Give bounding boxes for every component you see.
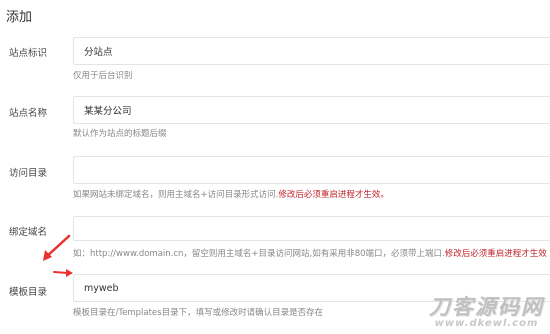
watermark-url: www.dkewl.com	[434, 318, 539, 329]
site-id-label: 站点标识	[9, 48, 48, 59]
template-dir-hint: 模板目录在/Templates目录下，填写或修改时请确认目录是否存在	[73, 308, 324, 318]
site-name-hint: 默认作为站点的标题后缀	[73, 129, 167, 139]
watermark: 刀客源码网 www.dkewl.com	[429, 296, 544, 330]
site-id-hint: 仅用于后台识别	[73, 71, 133, 81]
site-id-input[interactable]	[73, 37, 550, 65]
bind-domain-hint: 如：http://www.domain.cn，留空则用主域名+目录访问网站,如有…	[73, 247, 547, 259]
bind-domain-hint-warning: 修改后必须重启进程才生效	[444, 249, 547, 259]
horizontal-arrow-shaft	[53, 271, 69, 274]
annotation-arrow-diagonal	[43, 234, 71, 261]
bind-domain-hint-text: 如：http://www.domain.cn，留空则用主域名+目录访问网站,如有…	[73, 249, 445, 259]
horizontal-arrow-head	[66, 269, 73, 277]
access-dir-label: 访问目录	[9, 168, 48, 179]
page-title: 添加	[6, 10, 33, 25]
access-dir-hint: 如果网站未绑定域名，则用主域名+访问目录形式访问.修改后必须重启进程才生效。	[73, 188, 389, 200]
access-dir-hint-warning: 修改后必须重启进程才生效。	[278, 190, 389, 200]
site-name-label: 站点名称	[9, 108, 48, 119]
access-dir-hint-text: 如果网站未绑定域名，则用主域名+访问目录形式访问.	[73, 190, 279, 200]
annotation-arrow-horizontal	[53, 269, 73, 277]
watermark-logo-text: 刀客源码网	[429, 295, 544, 319]
access-dir-input[interactable]	[73, 156, 550, 184]
template-dir-label: 模板目录	[9, 287, 48, 298]
bind-domain-input[interactable]	[73, 216, 550, 241]
site-name-input[interactable]	[73, 96, 550, 124]
